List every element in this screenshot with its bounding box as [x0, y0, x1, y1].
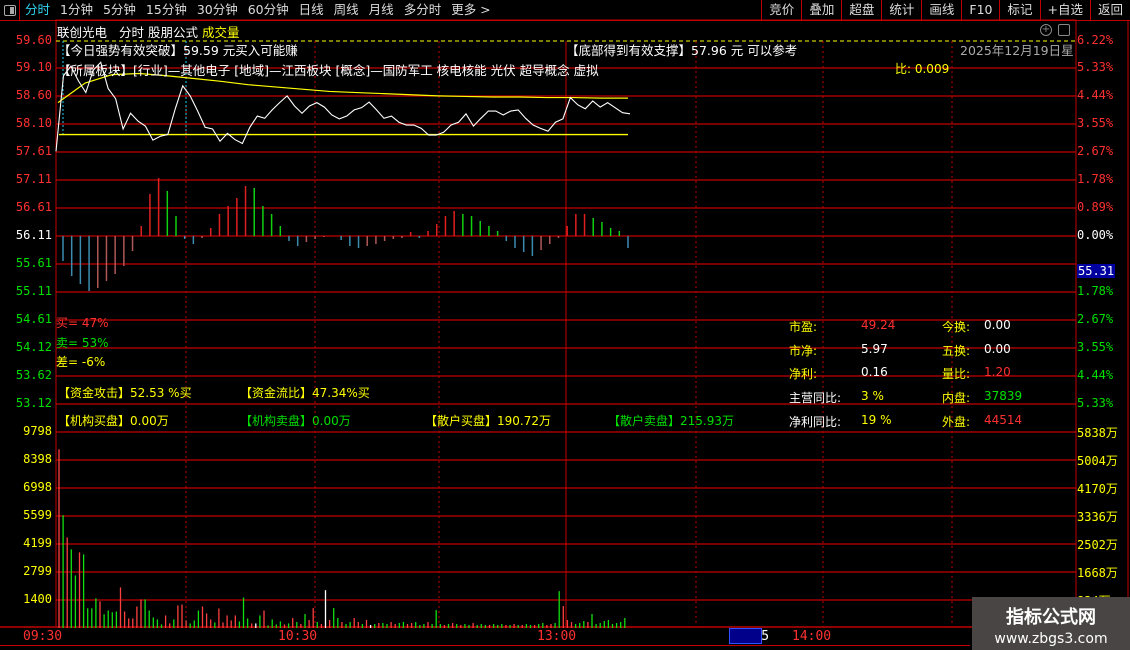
stat-v1-2: 0.16 [861, 365, 888, 379]
pct-axis-label: 0.89% [1077, 200, 1114, 214]
vol-axis-label: 1400 [23, 592, 52, 606]
stat-v1-1: 5.97 [861, 342, 888, 356]
stat-l1-4: 净利同比: [789, 415, 842, 429]
cursor-time-box [729, 628, 762, 644]
price-axis-label: 58.10 [15, 116, 52, 130]
vol-axis-label: 2799 [23, 564, 52, 578]
pct-axis-label: 5.33% [1077, 60, 1114, 74]
stat-l2-0: 今换: [942, 320, 971, 334]
retail-sell: 【散户卖盘】215.93万 [608, 414, 734, 428]
diff-pct: 差= -6% [56, 355, 106, 369]
stat-v1-4: 19 % [861, 413, 892, 427]
sector-info: 【所属板块】[行业]—其他电子 [地域]—江西板块 [概念]—国防军工 核电核能… [58, 63, 599, 78]
time-label: 09:30 [23, 629, 63, 644]
stat-v2-3: 37839 [984, 389, 1023, 403]
vol-axis-label: 9798 [23, 424, 52, 438]
retail-buy: 【散户买盘】190.72万 [425, 414, 551, 428]
support-signal: 【底部得到有效支撑】57.96 元 可以参考 [566, 43, 798, 58]
pct-axis-label: 6.22% [1077, 33, 1114, 47]
amt-axis-label: 5838万 [1077, 426, 1118, 440]
price-axis-label: 55.11 [15, 284, 52, 298]
price-axis-label: 56.11 [15, 228, 52, 242]
stat-v1-0: 49.24 [861, 318, 896, 332]
price-axis-label: 58.60 [15, 88, 52, 102]
price-axis-label: 54.61 [15, 312, 52, 326]
pct-axis-label: 1.78% [1077, 172, 1114, 186]
pct-axis-label: 3.55% [1077, 116, 1114, 130]
stat-l2-3: 内盘: [942, 391, 971, 405]
price-axis-label: 54.12 [15, 340, 52, 354]
amt-axis-label: 1668万 [1077, 566, 1118, 580]
pct-axis-label: 4.44% [1077, 88, 1114, 102]
watermark-name: 指标公式网 [1006, 607, 1096, 628]
stat-l2-1: 五换: [942, 344, 971, 358]
price-axis-label: 57.61 [15, 144, 52, 158]
time-label: 10:30 [278, 629, 318, 644]
vol-axis-label: 5599 [23, 508, 52, 522]
stat-l2-4: 外盘: [942, 415, 971, 429]
amt-axis-label: 5004万 [1077, 454, 1118, 468]
stat-l1-2: 净利: [789, 367, 818, 381]
amt-axis-label: 3336万 [1077, 510, 1118, 524]
stat-l1-1: 市净: [789, 344, 818, 358]
bottom-tab-strip[interactable] [0, 645, 970, 650]
vol-axis-label: 4199 [23, 536, 52, 550]
price-axis-label: 56.61 [15, 200, 52, 214]
stat-l1-0: 市盈: [789, 320, 818, 334]
pct-axis-label: 5.33% [1077, 396, 1114, 410]
price-axis-label: 59.10 [15, 60, 52, 74]
watermark-url: www.zbgs3.com [994, 631, 1108, 647]
price-axis-label: 53.62 [15, 368, 52, 382]
price-axis-label: 59.60 [15, 33, 52, 47]
stat-l2-2: 量比: [942, 367, 971, 381]
vol-axis-label: 6998 [23, 480, 52, 494]
time-label: 13:00 [537, 629, 577, 644]
pct-axis-label: 0.00% [1077, 228, 1114, 242]
price-axis-label: 57.11 [15, 172, 52, 186]
fund-attack: 【资金攻击】52.53 %买 [58, 386, 192, 400]
stat-l1-3: 主营同比: [789, 391, 842, 405]
inst-sell: 【机构卖盘】0.00万 [240, 414, 351, 428]
fund-flow: 【资金流比】47.34%买 [240, 386, 370, 400]
amt-axis-label: 4170万 [1077, 482, 1118, 496]
pct-axis-label: 2.67% [1077, 144, 1114, 158]
price-axis-label: 55.61 [15, 256, 52, 270]
buy-pct: 买= 47% [56, 316, 109, 330]
vol-axis-label: 8398 [23, 452, 52, 466]
pct-axis-label: 55.31 [1077, 264, 1115, 278]
price-axis-label: 53.12 [15, 396, 52, 410]
pct-axis-label: 1.78% [1077, 284, 1114, 298]
sell-pct: 卖= 53% [56, 336, 109, 350]
stat-v1-3: 3 % [861, 389, 884, 403]
breakout-signal: 【今日强势有效突破】59.59 元买入可能赚 [58, 43, 298, 58]
time-label: 14:00 [792, 629, 832, 644]
pct-axis-label: 4.44% [1077, 368, 1114, 382]
inst-buy: 【机构买盘】0.00万 [58, 414, 169, 428]
watermark: 指标公式网 www.zbgs3.com [972, 597, 1130, 650]
stat-v2-4: 44514 [984, 413, 1023, 427]
ratio-text: 比: 0.009 [895, 62, 950, 76]
stat-v2-0: 0.00 [984, 318, 1011, 332]
stat-v2-2: 1.20 [984, 365, 1011, 379]
pct-axis-label: 2.67% [1077, 312, 1114, 326]
amt-axis-label: 2502万 [1077, 538, 1118, 552]
pct-axis-label: 3.55% [1077, 340, 1114, 354]
stat-v2-1: 0.00 [984, 342, 1011, 356]
date-label: 2025年12月19日星期 [960, 43, 1074, 58]
